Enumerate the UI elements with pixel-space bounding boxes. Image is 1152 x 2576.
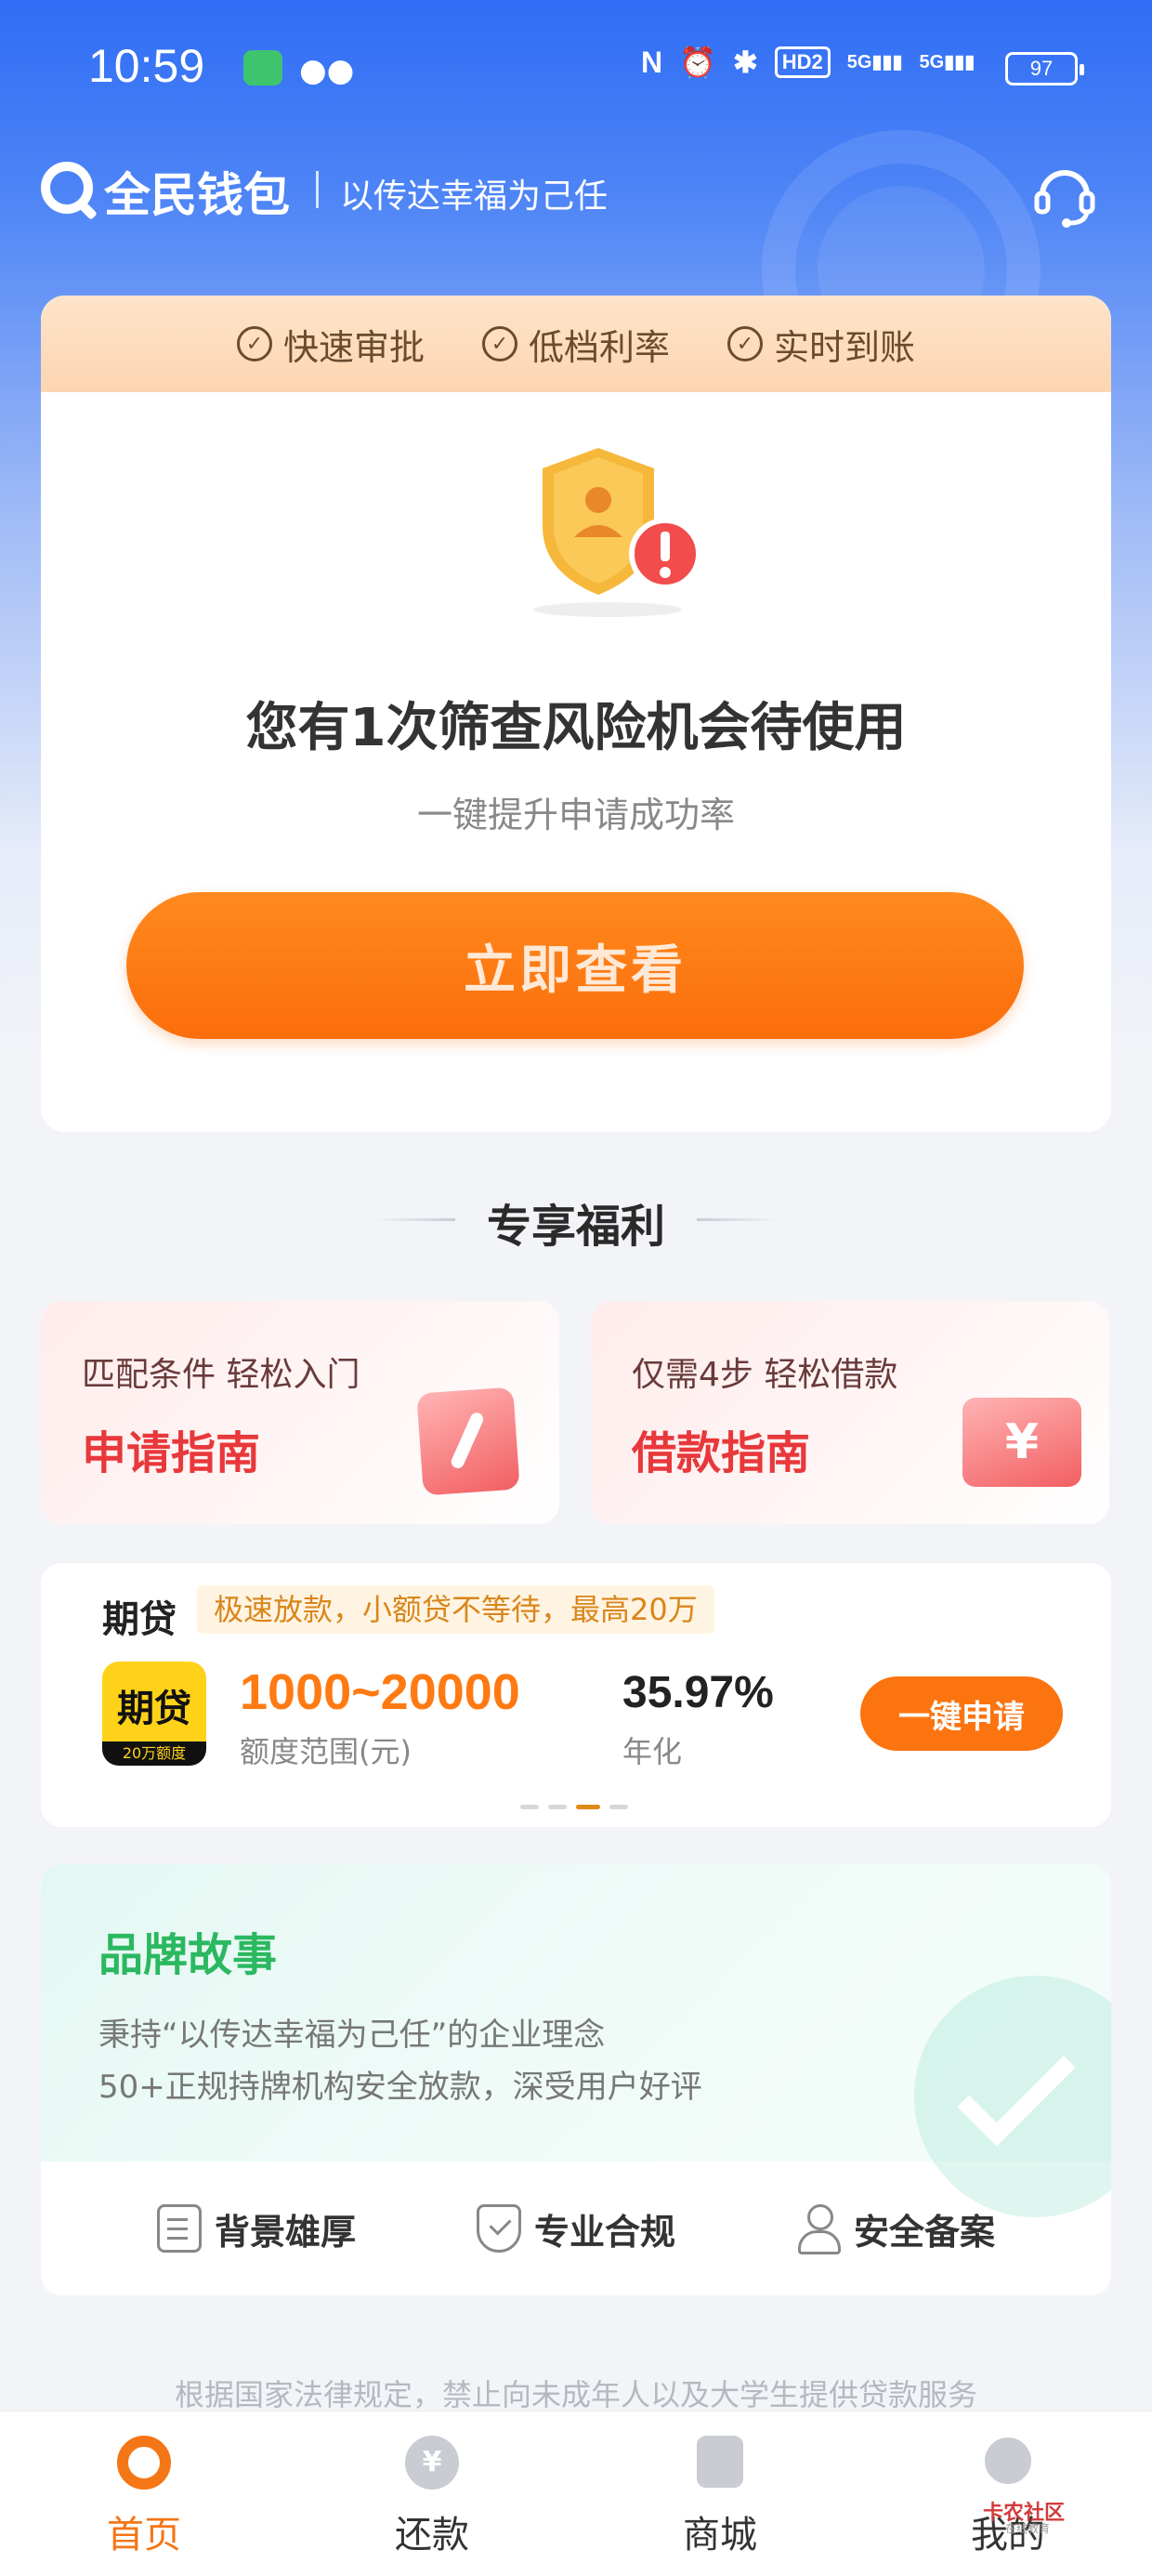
carousel-dot [609, 1805, 628, 1809]
nav-item-mall[interactable]: 商城 [576, 2412, 864, 2576]
carousel-dot-active [576, 1805, 600, 1809]
wechat-icon: ●● [299, 52, 355, 89]
benefit-label: 实时到账 [774, 326, 916, 368]
brand-logo-icon [41, 162, 93, 214]
shop-bag-icon [697, 2436, 743, 2488]
brand-slogan: 以传达幸福为己任 [340, 177, 609, 216]
document-icon [156, 2204, 202, 2253]
nav-label: 还款 [395, 2514, 469, 2556]
risk-check-subtitle: 一键提升申请成功率 [416, 795, 735, 835]
check-circle-icon: ✓ [236, 326, 272, 361]
benefit-item: ✓ 低档利率 [481, 319, 670, 370]
status-icons: N ⏰ ✱ HD2 5G▮▮▮ 5G▮▮▮ [641, 45, 975, 80]
benefit-label: 快速审批 [282, 326, 425, 368]
nav-label: 首页 [107, 2514, 181, 2556]
guide-title: 申请指南 [82, 1427, 261, 1479]
alarm-icon: ⏰ [679, 46, 716, 79]
benefit-item: ✓ 快速审批 [236, 319, 425, 370]
legal-notice: 根据国家法律规定，禁止向未成年人以及大学生提供贷款服务 [174, 2377, 977, 2412]
customer-service-icon[interactable] [1029, 158, 1100, 229]
carousel-dot [520, 1805, 539, 1809]
feature-registered: 安全备案 [796, 2203, 995, 2254]
carousel-indicator [520, 1805, 628, 1809]
view-now-button[interactable]: 立即查看 [126, 892, 1024, 1039]
nfc-icon: N [641, 45, 663, 79]
product-name: 期贷 [102, 1598, 177, 1641]
home-icon [117, 2436, 171, 2490]
nav-item-repay[interactable]: ¥ 还款 [288, 2412, 576, 2576]
app-header: 全民钱包 以传达幸福为己任 [0, 149, 1152, 232]
hd-icon: HD2 [774, 46, 831, 78]
shield-warning-icon [533, 448, 701, 617]
benefit-item: ✓ 实时到账 [727, 319, 915, 370]
benefit-strip: ✓ 快速审批 ✓ 低档利率 ✓ 实时到账 [41, 296, 1111, 392]
product-logo-sub: 20万额度 [102, 1741, 206, 1766]
profile-icon [985, 2438, 1031, 2484]
one-click-apply-button[interactable]: 一键申请 [860, 1676, 1063, 1751]
user-badge-icon [796, 2204, 841, 2254]
annual-rate-label: 年化 [622, 1734, 683, 1769]
nav-label: 商城 [683, 2514, 757, 2556]
borrowing-guide-card[interactable]: 仅需4步 轻松借款 借款指南 ¥ [591, 1301, 1109, 1524]
brand-divider [316, 171, 319, 208]
product-tag: 极速放款，小额贷不等待，最高20万 [197, 1585, 714, 1634]
loan-amount-range: 1000~20000 [240, 1664, 520, 1720]
yuan-ticket-icon: ¥ [962, 1398, 1081, 1487]
product-logo-text: 期贷 [117, 1688, 191, 1730]
brand-features: 背景雄厚 专业合规 安全备案 [41, 2162, 1111, 2295]
benefit-label: 低档利率 [528, 326, 670, 368]
loan-amount-label: 额度范围(元) [240, 1734, 412, 1769]
message-icon [243, 50, 282, 85]
signal-5g-icon: 5G▮▮▮ [846, 52, 903, 72]
brand-story-banner: 品牌故事 秉持“以传达幸福为己任”的企业理念 50+正规持牌机构安全放款，深受用… [41, 1864, 1111, 2217]
risk-check-title: 您有1次筛查风险机会待使用 [245, 698, 907, 758]
loan-product-card[interactable]: 期贷 极速放款，小额贷不等待，最高20万 期贷 20万额度 1000~20000… [41, 1563, 1111, 1827]
annual-rate: 35.97% [622, 1668, 774, 1717]
status-bar: 10:59 ●● N ⏰ ✱ HD2 5G▮▮▮ 5G▮▮▮ 97 [0, 0, 1152, 139]
risk-check-card: ✓ 快速审批 ✓ 低档利率 ✓ 实时到账 您有1次筛查风险机会待使用 一键提升申… [41, 296, 1111, 1132]
section-title: 专享福利 [486, 1201, 665, 1253]
watermark-subtext: 在线教育 [1005, 2522, 1051, 2535]
compass-icon [416, 1387, 520, 1496]
brand-story-line: 50+正规持牌机构安全放款，深受用户好评 [98, 2069, 702, 2106]
feature-label: 安全备案 [853, 2211, 995, 2253]
battery-indicator: 97 [1005, 52, 1084, 85]
application-guide-card[interactable]: 匹配条件 轻松入门 申请指南 [41, 1301, 559, 1524]
guide-subtitle: 匹配条件 轻松入门 [82, 1356, 360, 1394]
nav-item-profile[interactable]: 我的 [864, 2412, 1152, 2576]
brand-story-card: 品牌故事 秉持“以传达幸福为己任”的企业理念 50+正规持牌机构安全放款，深受用… [41, 1864, 1111, 2295]
check-circle-icon: ✓ [727, 326, 763, 361]
signal-5g-icon-2: 5G▮▮▮ [919, 52, 975, 72]
brand-name: 全民钱包 [104, 168, 290, 222]
bluetooth-icon: ✱ [732, 46, 758, 79]
feature-label: 背景雄厚 [214, 2211, 356, 2253]
section-divider-right [697, 1218, 780, 1221]
shield-check-icon [476, 2204, 521, 2253]
guide-subtitle: 仅需4步 轻松借款 [632, 1356, 898, 1394]
nav-item-home[interactable]: 首页 [0, 2412, 288, 2576]
guide-title: 借款指南 [632, 1427, 811, 1479]
brand-story-line: 秉持“以传达幸福为己任”的企业理念 [98, 2017, 606, 2054]
product-logo: 期贷 20万额度 [102, 1662, 206, 1766]
repay-icon: ¥ [405, 2436, 459, 2490]
feature-strong-background: 背景雄厚 [156, 2203, 356, 2254]
feature-label: 专业合规 [533, 2211, 675, 2253]
status-time: 10:59 [88, 40, 205, 92]
brand-story-title: 品牌故事 [98, 1929, 278, 1981]
check-circle-icon: ✓ [481, 326, 517, 361]
carousel-dot [548, 1805, 567, 1809]
bottom-navigation: 首页 ¥ 还款 商城 我的 [0, 2411, 1152, 2576]
feature-compliance: 专业合规 [476, 2203, 675, 2254]
